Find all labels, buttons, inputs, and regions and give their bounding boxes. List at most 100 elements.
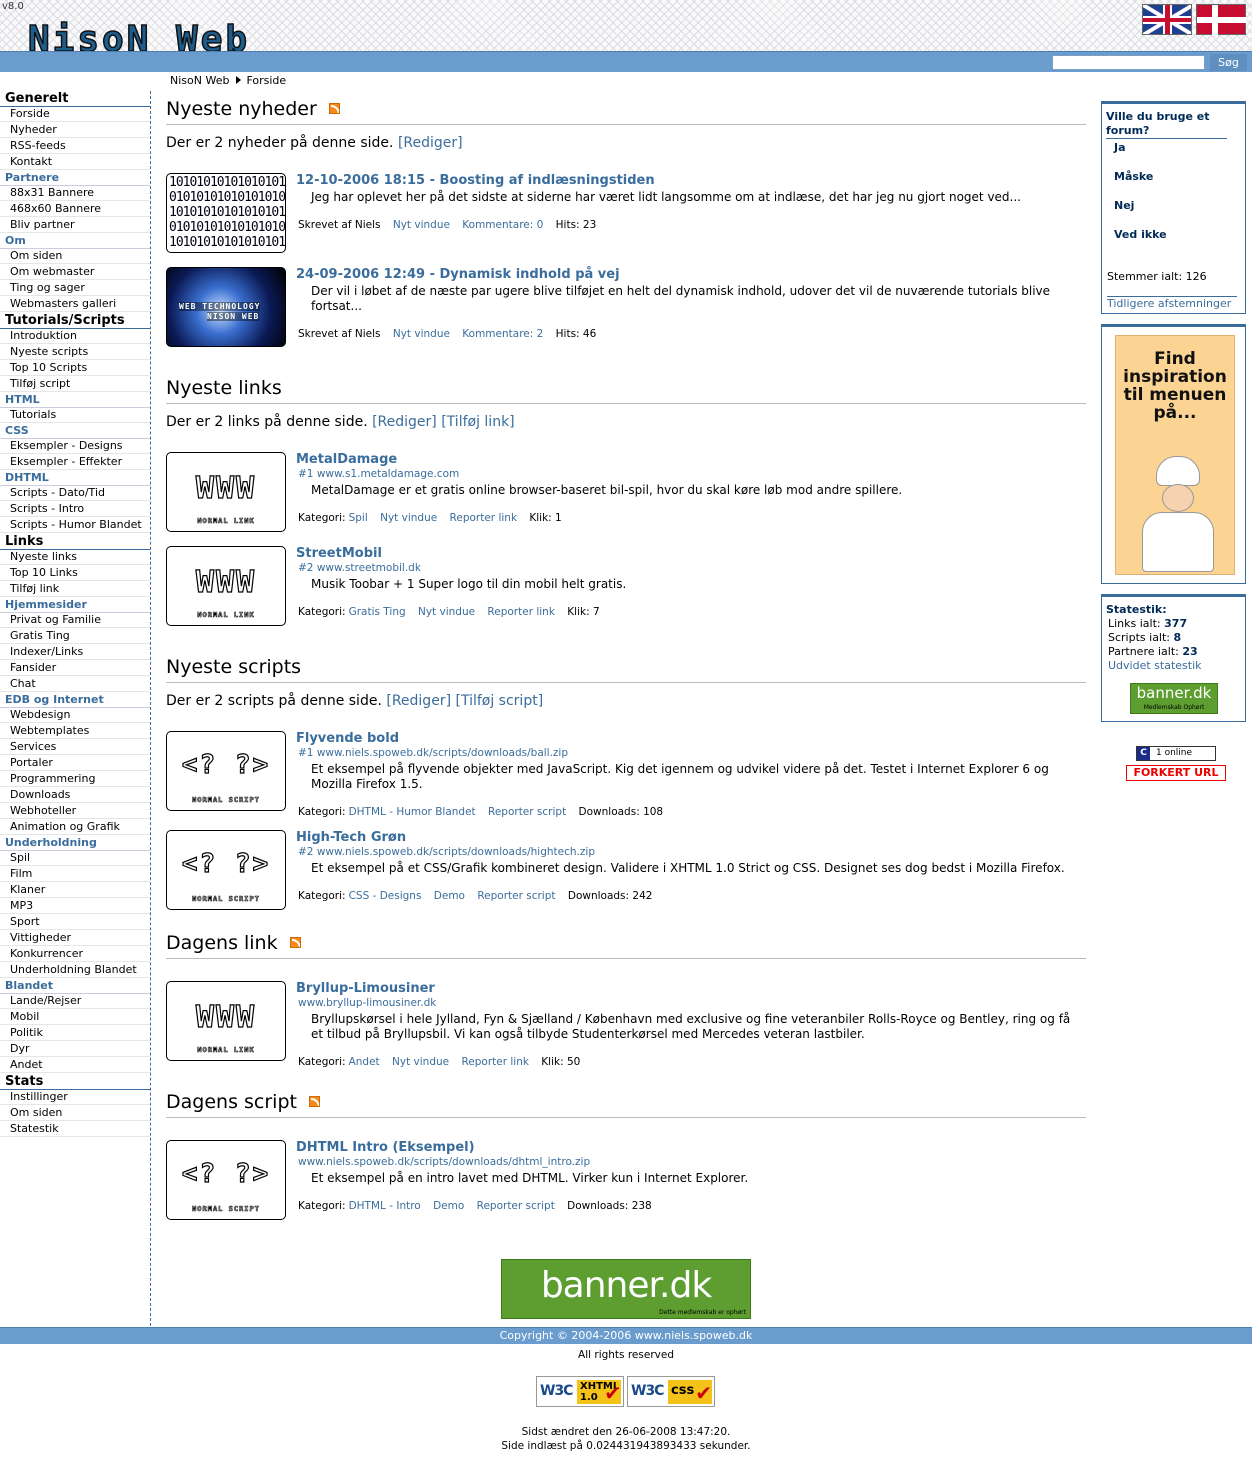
script-url[interactable]: #2 www.niels.spoweb.dk/scripts/downloads… [298, 846, 595, 859]
sidebar-item-statestik[interactable]: Statestik [0, 1122, 150, 1137]
report-link[interactable]: Reporter link [450, 512, 518, 524]
sidebar-item-klaner[interactable]: Klaner [0, 883, 150, 898]
scripts-edit-link[interactable]: [Rediger] [386, 693, 451, 709]
news-title[interactable]: 24-09-2006 12:49 - Dynamisk indhold på v… [296, 267, 620, 283]
sidebar-item-top-10-links[interactable]: Top 10 Links [0, 566, 150, 581]
report-link[interactable]: Reporter link [461, 1056, 529, 1068]
sidebar-item-portaler[interactable]: Portaler [0, 756, 150, 771]
sidebar-item-programmering[interactable]: Programmering [0, 772, 150, 787]
sidebar-item-ting-og-sager[interactable]: Ting og sager [0, 281, 150, 296]
sidebar-category-blandet[interactable]: Blandet [0, 979, 150, 994]
sidebar-item-gratis-ting[interactable]: Gratis Ting [0, 629, 150, 644]
report-link[interactable]: Reporter script [488, 806, 566, 818]
previous-polls-link[interactable]: Tidligere afstemninger [1107, 297, 1231, 310]
sidebar-item-instillinger[interactable]: Instillinger [0, 1090, 150, 1105]
sidebar-item-mobil[interactable]: Mobil [0, 1010, 150, 1025]
sidebar-item-tilføj-script[interactable]: Tilføj script [0, 377, 150, 392]
new-window-link[interactable]: Nyt vindue [393, 219, 450, 231]
sidebar-item-spil[interactable]: Spil [0, 851, 150, 866]
danish-flag-icon[interactable] [1196, 4, 1247, 36]
report-link[interactable]: Reporter script [477, 890, 555, 902]
sidebar-item-rss-feeds[interactable]: RSS-feeds [0, 139, 150, 154]
sidebar-item-dyr[interactable]: Dyr [0, 1042, 150, 1057]
sidebar-item-bliv-partner[interactable]: Bliv partner [0, 218, 150, 233]
script-title[interactable]: High-Tech Grøn [296, 830, 406, 846]
online-counter[interactable]: C 1 online [1136, 746, 1216, 761]
link-url[interactable]: #2 www.streetmobil.dk [298, 562, 421, 575]
category-link[interactable]: DHTML - Humor Blandet [349, 806, 476, 818]
comments-link[interactable]: Kommentare: 2 [462, 328, 543, 340]
sidebar-item-top-10-scripts[interactable]: Top 10 Scripts [0, 361, 150, 376]
sidebar-item-webdesign[interactable]: Webdesign [0, 708, 150, 723]
daily-script-url[interactable]: www.niels.spoweb.dk/scripts/downloads/dh… [298, 1156, 590, 1169]
sidebar-item-mp3[interactable]: MP3 [0, 899, 150, 914]
new-window-link[interactable]: Nyt vindue [380, 512, 437, 524]
rss-icon[interactable] [308, 1096, 320, 1107]
sidebar-item-introduktion[interactable]: Introduktion [0, 329, 150, 344]
sidebar-item-webmasters-galleri[interactable]: Webmasters galleri [0, 297, 150, 312]
sidebar-item-forside[interactable]: Forside [0, 107, 150, 122]
sidebar-item-film[interactable]: Film [0, 867, 150, 882]
category-link[interactable]: CSS - Designs [349, 890, 422, 902]
new-window-link[interactable]: Nyt vindue [392, 1056, 449, 1068]
english-flag-icon[interactable] [1142, 4, 1192, 35]
sidebar-item-scripts-humor-blandet[interactable]: Scripts - Humor Blandet [0, 518, 150, 533]
report-link[interactable]: Reporter link [487, 606, 555, 618]
w3c-css-badge[interactable]: W3C css ✔ [627, 1376, 715, 1407]
sidebar-category-css[interactable]: CSS [0, 424, 150, 439]
sidebar-category-hjemmesider[interactable]: Hjemmesider [0, 598, 150, 613]
link-title[interactable]: MetalDamage [296, 452, 397, 468]
poll-option[interactable]: Måske [1106, 170, 1242, 199]
new-window-link[interactable]: Nyt vindue [393, 328, 450, 340]
category-link[interactable]: Gratis Ting [349, 606, 406, 618]
poll-option[interactable]: Nej [1106, 199, 1242, 228]
poll-option[interactable]: Ved ikke [1106, 228, 1242, 257]
sidebar-item-eksempler-designs[interactable]: Eksempler - Designs [0, 439, 150, 454]
chef-ad[interactable]: Find inspiration til menuen på... [1115, 335, 1235, 575]
comments-link[interactable]: Kommentare: 0 [462, 219, 543, 231]
add-script-link[interactable]: [Tilføj script] [455, 693, 543, 709]
link-title[interactable]: StreetMobil [296, 546, 382, 562]
script-title[interactable]: Flyvende bold [296, 731, 399, 747]
sidebar-item-underholdning-blandet[interactable]: Underholdning Blandet [0, 963, 150, 978]
sidebar-item-om-siden[interactable]: Om siden [0, 249, 150, 264]
news-edit-link[interactable]: [Rediger] [398, 135, 463, 151]
sidebar-item-vittigheder[interactable]: Vittigheder [0, 931, 150, 946]
wrong-url-button[interactable]: FORKERT URL [1126, 765, 1226, 781]
sidebar-item-lande-rejser[interactable]: Lande/Rejser [0, 994, 150, 1009]
sidebar-category-edb-og-internet[interactable]: EDB og Internet [0, 693, 150, 708]
breadcrumb-home[interactable]: NisoN Web [170, 74, 229, 87]
sidebar-category-partnere[interactable]: Partnere [0, 171, 150, 186]
rss-icon[interactable] [328, 103, 340, 114]
demo-link[interactable]: Demo [434, 890, 465, 902]
w3c-xhtml-badge[interactable]: W3C XHTML 1.0 ✔ [536, 1376, 624, 1407]
sidebar-item-nyeste-scripts[interactable]: Nyeste scripts [0, 345, 150, 360]
sidebar-item-om-siden[interactable]: Om siden [0, 1106, 150, 1121]
sidebar-item-nyeste-links[interactable]: Nyeste links [0, 550, 150, 565]
rss-icon[interactable] [289, 937, 301, 948]
banner-ad[interactable]: banner.dk Dette medlemskab er ophørt [501, 1259, 751, 1319]
category-link[interactable]: DHTML - Intro [349, 1200, 421, 1212]
report-link[interactable]: Reporter script [477, 1200, 555, 1212]
sidebar-item-tilføj-link[interactable]: Tilføj link [0, 582, 150, 597]
sidebar-item-om-webmaster[interactable]: Om webmaster [0, 265, 150, 280]
sidebar-item-sport[interactable]: Sport [0, 915, 150, 930]
sidebar-category-underholdning[interactable]: Underholdning [0, 836, 150, 851]
sidebar-item-scripts-intro[interactable]: Scripts - Intro [0, 502, 150, 517]
sidebar-item-kontakt[interactable]: Kontakt [0, 155, 150, 170]
banner-small[interactable]: banner.dk Medlemskab Ophørt [1130, 683, 1218, 714]
sidebar-item-webtemplates[interactable]: Webtemplates [0, 724, 150, 739]
sidebar-item-eksempler-effekter[interactable]: Eksempler - Effekter [0, 455, 150, 470]
sidebar-category-om[interactable]: Om [0, 234, 150, 249]
sidebar-item-privat-og-familie[interactable]: Privat og Familie [0, 613, 150, 628]
link-url[interactable]: #1 www.s1.metaldamage.com [298, 468, 459, 481]
sidebar-item-468x60-bannere[interactable]: 468x60 Bannere [0, 202, 150, 217]
search-input[interactable] [1052, 55, 1205, 70]
add-link-link[interactable]: [Tilføj link] [441, 414, 514, 430]
poll-option[interactable]: Ja [1106, 141, 1242, 170]
news-title[interactable]: 12-10-2006 18:15 - Boosting af indlæsnin… [296, 173, 655, 189]
sidebar-category-html[interactable]: HTML [0, 393, 150, 408]
sidebar-item-andet[interactable]: Andet [0, 1058, 150, 1073]
script-url[interactable]: #1 www.niels.spoweb.dk/scripts/downloads… [298, 747, 568, 760]
sidebar-item-fansider[interactable]: Fansider [0, 661, 150, 676]
